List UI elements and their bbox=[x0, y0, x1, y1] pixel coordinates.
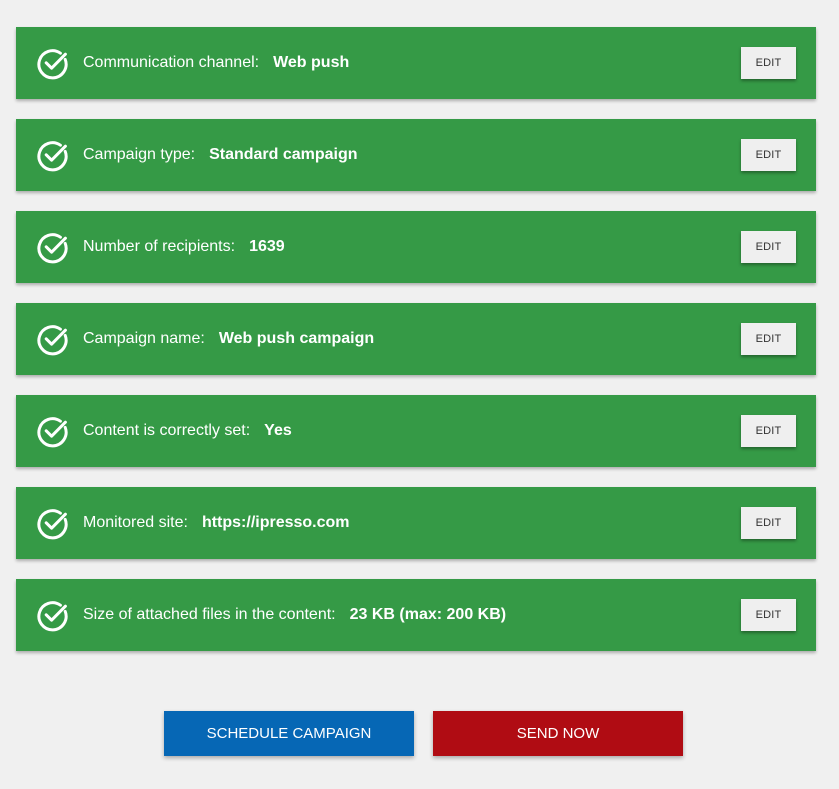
row-label: Communication channel: bbox=[83, 54, 260, 71]
summary-row-2: Campaign type: Standard campaign EDIT bbox=[16, 119, 816, 191]
row-text: Number of recipients: 1639 bbox=[83, 211, 285, 283]
campaign-summary-page: Communication channel: Web push EDIT Cam… bbox=[0, 0, 839, 789]
edit-button[interactable]: EDIT bbox=[741, 139, 796, 171]
row-value: https://ipresso.com bbox=[201, 514, 350, 531]
row-label: Content is correctly set: bbox=[83, 422, 251, 439]
row-value: 23 KB (max: 200 KB) bbox=[349, 606, 507, 623]
row-text: Campaign type: Standard campaign bbox=[83, 119, 358, 191]
row-text: Content is correctly set: Yes bbox=[83, 395, 292, 467]
check-circle-icon bbox=[36, 139, 69, 172]
check-circle-icon bbox=[36, 323, 69, 356]
edit-button[interactable]: EDIT bbox=[741, 323, 796, 355]
row-label: Size of attached files in the content: bbox=[83, 606, 336, 623]
edit-button[interactable]: EDIT bbox=[741, 231, 796, 263]
summary-row-5: Content is correctly set: Yes EDIT bbox=[16, 395, 816, 467]
row-text: Monitored site: https://ipresso.com bbox=[83, 487, 350, 559]
edit-button[interactable]: EDIT bbox=[741, 507, 796, 539]
row-value: Web push campaign bbox=[218, 330, 375, 347]
send-now-button[interactable]: SEND NOW bbox=[433, 711, 683, 756]
check-circle-icon bbox=[36, 47, 69, 80]
summary-row-3: Number of recipients: 1639 EDIT bbox=[16, 211, 816, 283]
check-circle-icon bbox=[36, 599, 69, 632]
row-value: 1639 bbox=[249, 238, 285, 255]
row-text: Campaign name: Web push campaign bbox=[83, 303, 374, 375]
summary-list: Communication channel: Web push EDIT Cam… bbox=[16, 27, 816, 671]
row-text: Communication channel: Web push bbox=[83, 27, 349, 99]
row-value: Standard campaign bbox=[209, 146, 358, 163]
check-circle-icon bbox=[36, 507, 69, 540]
edit-button[interactable]: EDIT bbox=[741, 47, 796, 79]
row-text: Size of attached files in the content: 2… bbox=[83, 579, 506, 651]
row-label: Number of recipients: bbox=[83, 238, 236, 255]
row-label: Monitored site: bbox=[83, 514, 188, 531]
row-label: Campaign name: bbox=[83, 330, 205, 347]
summary-row-1: Communication channel: Web push EDIT bbox=[16, 27, 816, 99]
schedule-campaign-button[interactable]: SCHEDULE CAMPAIGN bbox=[164, 711, 414, 756]
check-circle-icon bbox=[36, 415, 69, 448]
action-bar: SCHEDULE CAMPAIGN SEND NOW bbox=[0, 711, 839, 756]
summary-row-7: Size of attached files in the content: 2… bbox=[16, 579, 816, 651]
check-circle-icon bbox=[36, 231, 69, 264]
row-label: Campaign type: bbox=[83, 146, 196, 163]
edit-button[interactable]: EDIT bbox=[741, 599, 796, 631]
summary-row-6: Monitored site: https://ipresso.com EDIT bbox=[16, 487, 816, 559]
row-value: Yes bbox=[264, 422, 292, 439]
edit-button[interactable]: EDIT bbox=[741, 415, 796, 447]
row-value: Web push bbox=[273, 54, 350, 71]
summary-row-4: Campaign name: Web push campaign EDIT bbox=[16, 303, 816, 375]
